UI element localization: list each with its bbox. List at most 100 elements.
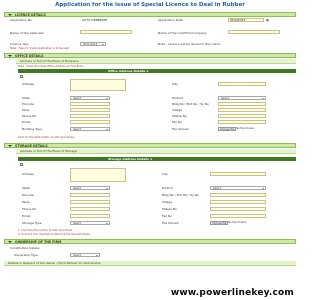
storage-address-textarea[interactable] — [70, 168, 126, 182]
storage-note-1: 1. Click the Plus button to add more Row… — [18, 229, 73, 232]
applicant-name-label: Name of the Applicant — [10, 31, 44, 35]
office-village-input[interactable] — [218, 108, 266, 112]
storage-row-checkbox[interactable] — [20, 163, 23, 166]
storage-email-input[interactable] — [70, 214, 110, 218]
storage-type-select[interactable]: Select — [70, 221, 110, 225]
storage-bldg-input[interactable] — [210, 193, 266, 197]
storage-state-select[interactable]: Select — [70, 186, 110, 190]
application-date-label: Application Date — [158, 18, 183, 22]
section-title: OFFICE DETAILS — [15, 54, 44, 58]
office-table-title: Office Address Details 1 — [108, 69, 149, 73]
office-email-input[interactable] — [70, 120, 110, 124]
office-address-textarea[interactable] — [70, 79, 126, 91]
office-file-upload-label: File Upload — [172, 127, 189, 131]
storage-village-input[interactable] — [210, 200, 266, 204]
storage-fax-label: Fax No — [162, 214, 173, 218]
office-address-toggle-label: Address in Full of the Place of Business — [20, 59, 79, 63]
application-date-field[interactable]: 05/9/2013 — [228, 18, 264, 22]
collapse-caret-icon[interactable] — [8, 14, 12, 16]
storage-address-toggle-label: Address in Full of the Place of Storage — [20, 149, 77, 153]
office-fax-input[interactable] — [218, 120, 266, 124]
building-type-select[interactable]: Select — [70, 127, 110, 131]
collapse-caret-icon[interactable] — [8, 241, 12, 243]
office-email-label: Email — [22, 120, 31, 124]
storage-district-select[interactable]: Select — [210, 186, 266, 190]
office-phone-label: Phone No — [22, 114, 37, 118]
office-pincode-label: Pincode — [22, 102, 34, 106]
office-address-hint: Note : Enter the Head Office Address as … — [18, 65, 84, 68]
storage-taluk-input[interactable] — [70, 200, 110, 204]
storage-email-label: Email — [22, 214, 31, 218]
storage-table-title: Storage Address Details 1 — [108, 157, 153, 161]
storage-file-upload-label: File Upload — [162, 221, 179, 225]
office-no-file-text: No file chosen — [236, 127, 255, 130]
ownership-bar[interactable]: OWNERSHIP OF THE FIRM — [4, 239, 296, 244]
partners-toggle[interactable]: Details in Respect of the Owner / Each P… — [4, 261, 296, 266]
office-fax-label: Fax No — [172, 120, 183, 124]
storage-district-label: District — [162, 186, 173, 190]
applicant-name-input[interactable] — [80, 30, 132, 34]
office-mobile-input[interactable] — [218, 114, 266, 118]
section-title: OWNERSHIP OF THE FIRM — [15, 240, 62, 244]
unit-firm-input[interactable] — [228, 30, 280, 34]
storage-address-label: Address — [22, 172, 34, 176]
office-mobile-label: Mobile No — [172, 114, 187, 118]
office-district-select[interactable]: Select — [218, 96, 266, 100]
office-village-label: Village — [172, 108, 183, 112]
storage-note-2: 2. Uncheck the checkbox to Remove the se… — [18, 233, 90, 236]
office-bldg-input[interactable] — [218, 102, 266, 106]
partners-toggle-label: Details in Respect of the Owner / Each P… — [8, 261, 101, 265]
storage-mobile-label: Mobile No — [162, 207, 177, 211]
storage-phone-label: Phone No — [22, 207, 37, 211]
storage-city-input[interactable] — [210, 172, 266, 176]
licence-note: Note : Licence will be issued in this na… — [158, 42, 221, 46]
building-type-label: Building Type — [22, 127, 43, 131]
storage-choose-file-button[interactable]: Choose file — [210, 221, 229, 225]
office-state-label: State — [22, 96, 30, 100]
office-taluk-input[interactable] — [70, 108, 110, 112]
office-district-label: District — [172, 96, 183, 100]
storage-pincode-label: Pincode — [22, 193, 34, 197]
office-city-input[interactable] — [218, 82, 266, 86]
licence-year-label: Licence Year — [10, 42, 29, 46]
office-address-toggle[interactable]: Address in Full of the Place of Business — [16, 59, 296, 64]
office-details-bar[interactable]: OFFICE DETAILS — [4, 53, 296, 58]
storage-bldg-label: Bldg No / Plot No / Sy No — [162, 193, 199, 197]
application-date-text: 05/9/2013 — [230, 18, 246, 22]
ownership-type-select[interactable]: Select — [70, 253, 100, 257]
application-no-label: Application No — [10, 18, 32, 22]
licence-details-bar[interactable]: LICENCE DETAILS — [4, 12, 296, 17]
calendar-icon[interactable]: ▦ — [266, 18, 269, 22]
office-table-header: Office Address Details 1 — [18, 69, 296, 73]
collapse-caret-icon[interactable] — [8, 145, 12, 147]
storage-taluk-label: Taluk — [22, 200, 30, 204]
storage-no-file-text: No file chosen — [228, 221, 247, 224]
licence-year-select[interactable]: 2012-2013 — [80, 42, 106, 46]
storage-address-toggle[interactable]: Address in Full of the Place of Storage — [16, 149, 296, 154]
storage-details-bar[interactable]: STORAGE DETAILS — [4, 143, 296, 148]
collapse-caret-icon[interactable] — [8, 55, 12, 57]
office-pincode-input[interactable] — [70, 102, 110, 106]
office-choose-file-button[interactable]: Choose file — [218, 127, 237, 131]
storage-city-label: City — [162, 172, 168, 176]
office-state-select[interactable]: Select — [70, 96, 110, 100]
ownership-type-label: Ownership Type — [14, 253, 38, 257]
storage-mobile-input[interactable] — [210, 207, 266, 211]
storage-state-label: State — [22, 186, 30, 190]
storage-phone-input[interactable] — [70, 207, 110, 211]
office-row-checkbox[interactable] — [20, 75, 23, 78]
application-no-value: AUTO GENERATE — [82, 18, 108, 22]
office-address-label: Address — [22, 82, 34, 86]
unit-firm-label: Name of the Unit/Firm/Company — [158, 31, 207, 35]
storage-village-label: Village — [162, 200, 173, 204]
storage-pincode-input[interactable] — [70, 193, 110, 197]
storage-table-header: Storage Address Details 1 — [18, 157, 296, 161]
storage-type-label: Storage Type — [22, 221, 42, 225]
storage-fax-input[interactable] — [210, 214, 266, 218]
section-title: LICENCE DETAILS — [15, 13, 46, 17]
section-title: STORAGE DETAILS — [15, 144, 48, 148]
fees-note: Note : Fees for trade Application is to … — [10, 47, 69, 50]
office-city-label: City — [172, 82, 178, 86]
office-phone-input[interactable] — [70, 114, 110, 118]
office-taluk-label: Taluk — [22, 108, 30, 112]
